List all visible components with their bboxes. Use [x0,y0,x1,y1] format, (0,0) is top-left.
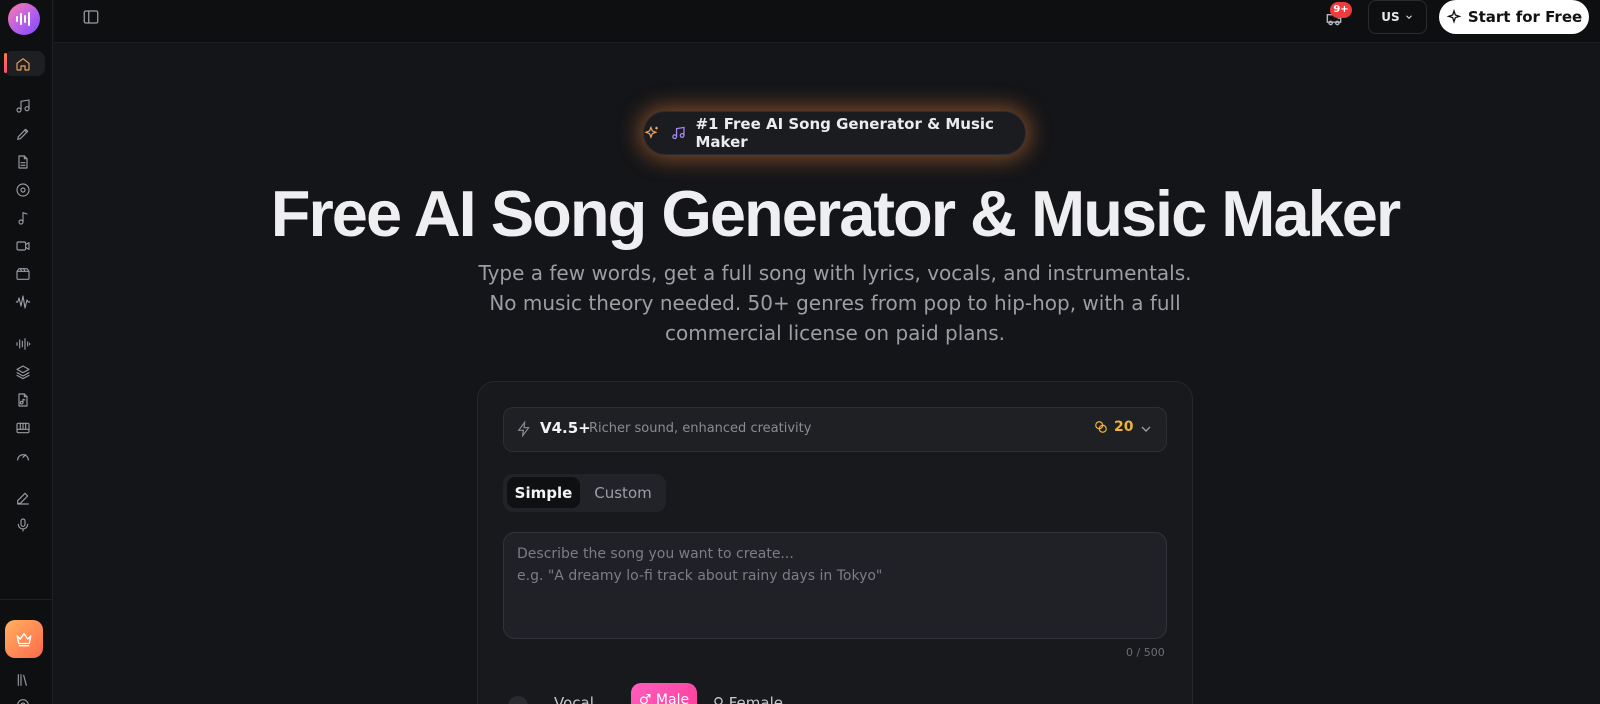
bolt-icon [516,420,532,438]
male-voice-button[interactable]: ♂ Male [631,683,697,704]
pen-nib-icon[interactable] [13,124,33,144]
notification-badge: 9+ [1330,2,1352,18]
pencil-icon[interactable] [13,488,33,508]
credits-display: 20 [1094,419,1133,435]
home-icon[interactable] [13,54,33,74]
song-prompt-input[interactable]: Describe the song you want to create... … [503,532,1167,639]
equalizer-icon[interactable] [13,334,33,354]
start-button-label: Start for Free [1467,8,1583,26]
sparkle-icon [1446,9,1462,24]
female-voice-button[interactable]: ♀ Female [713,694,783,704]
model-description: Richer sound, enhanced creativity [589,421,812,436]
music-note-icon [671,126,685,140]
top-bar: 9+ US Start for Free [54,0,1600,43]
mode-tabs: Simple Custom [503,474,666,512]
hero-pill-text: #1 Free AI Song Generator & Music Maker [695,115,994,151]
chevron-down-icon [1405,15,1412,19]
music-note-icon[interactable] [13,96,33,116]
gauge-icon[interactable] [13,446,33,466]
credits-value: 20 [1114,419,1134,435]
active-indicator [4,53,7,73]
character-counter: 0 / 500 [1126,646,1165,659]
library-icon[interactable] [13,670,33,690]
audio-wave-icon[interactable] [13,292,33,312]
prompt-placeholder-line1: Describe the song you want to create... [517,546,794,562]
tab-custom[interactable]: Custom [583,477,663,508]
sidebar-divider [0,599,53,600]
hero-pill: #1 Free AI Song Generator & Music Maker [643,111,1026,155]
upgrade-button[interactable] [5,620,43,658]
start-for-free-button[interactable]: Start for Free [1439,0,1589,34]
tab-simple[interactable]: Simple [507,477,580,508]
page-title: Free AI Song Generator & Music Maker [270,177,1401,250]
sidebar [0,0,53,704]
sidebar-toggle-icon[interactable] [82,8,100,26]
prompt-placeholder-line2: e.g. "A dreamy lo-fi track about rainy d… [517,568,883,584]
music-file-icon[interactable] [13,390,33,410]
sparkles-icon [644,125,658,139]
document-icon[interactable] [13,152,33,172]
layers-icon[interactable] [13,362,33,382]
region-label: US [1381,10,1400,24]
coins-icon [1095,421,1107,433]
vocal-label: Vocal [554,694,594,704]
piano-icon[interactable] [13,418,33,438]
model-name: V4.5+ [540,419,591,437]
microphone-icon[interactable] [13,515,33,535]
region-selector[interactable]: US [1368,0,1427,34]
chevron-down-icon[interactable] [1138,421,1154,437]
crown-icon [16,633,32,647]
app-logo[interactable] [8,3,40,35]
hero-subtitle: Type a few words, get a full song with l… [478,261,1192,345]
waveform-logo-icon [16,12,30,26]
settings-icon[interactable] [13,695,33,704]
clapperboard-icon[interactable] [13,264,33,284]
